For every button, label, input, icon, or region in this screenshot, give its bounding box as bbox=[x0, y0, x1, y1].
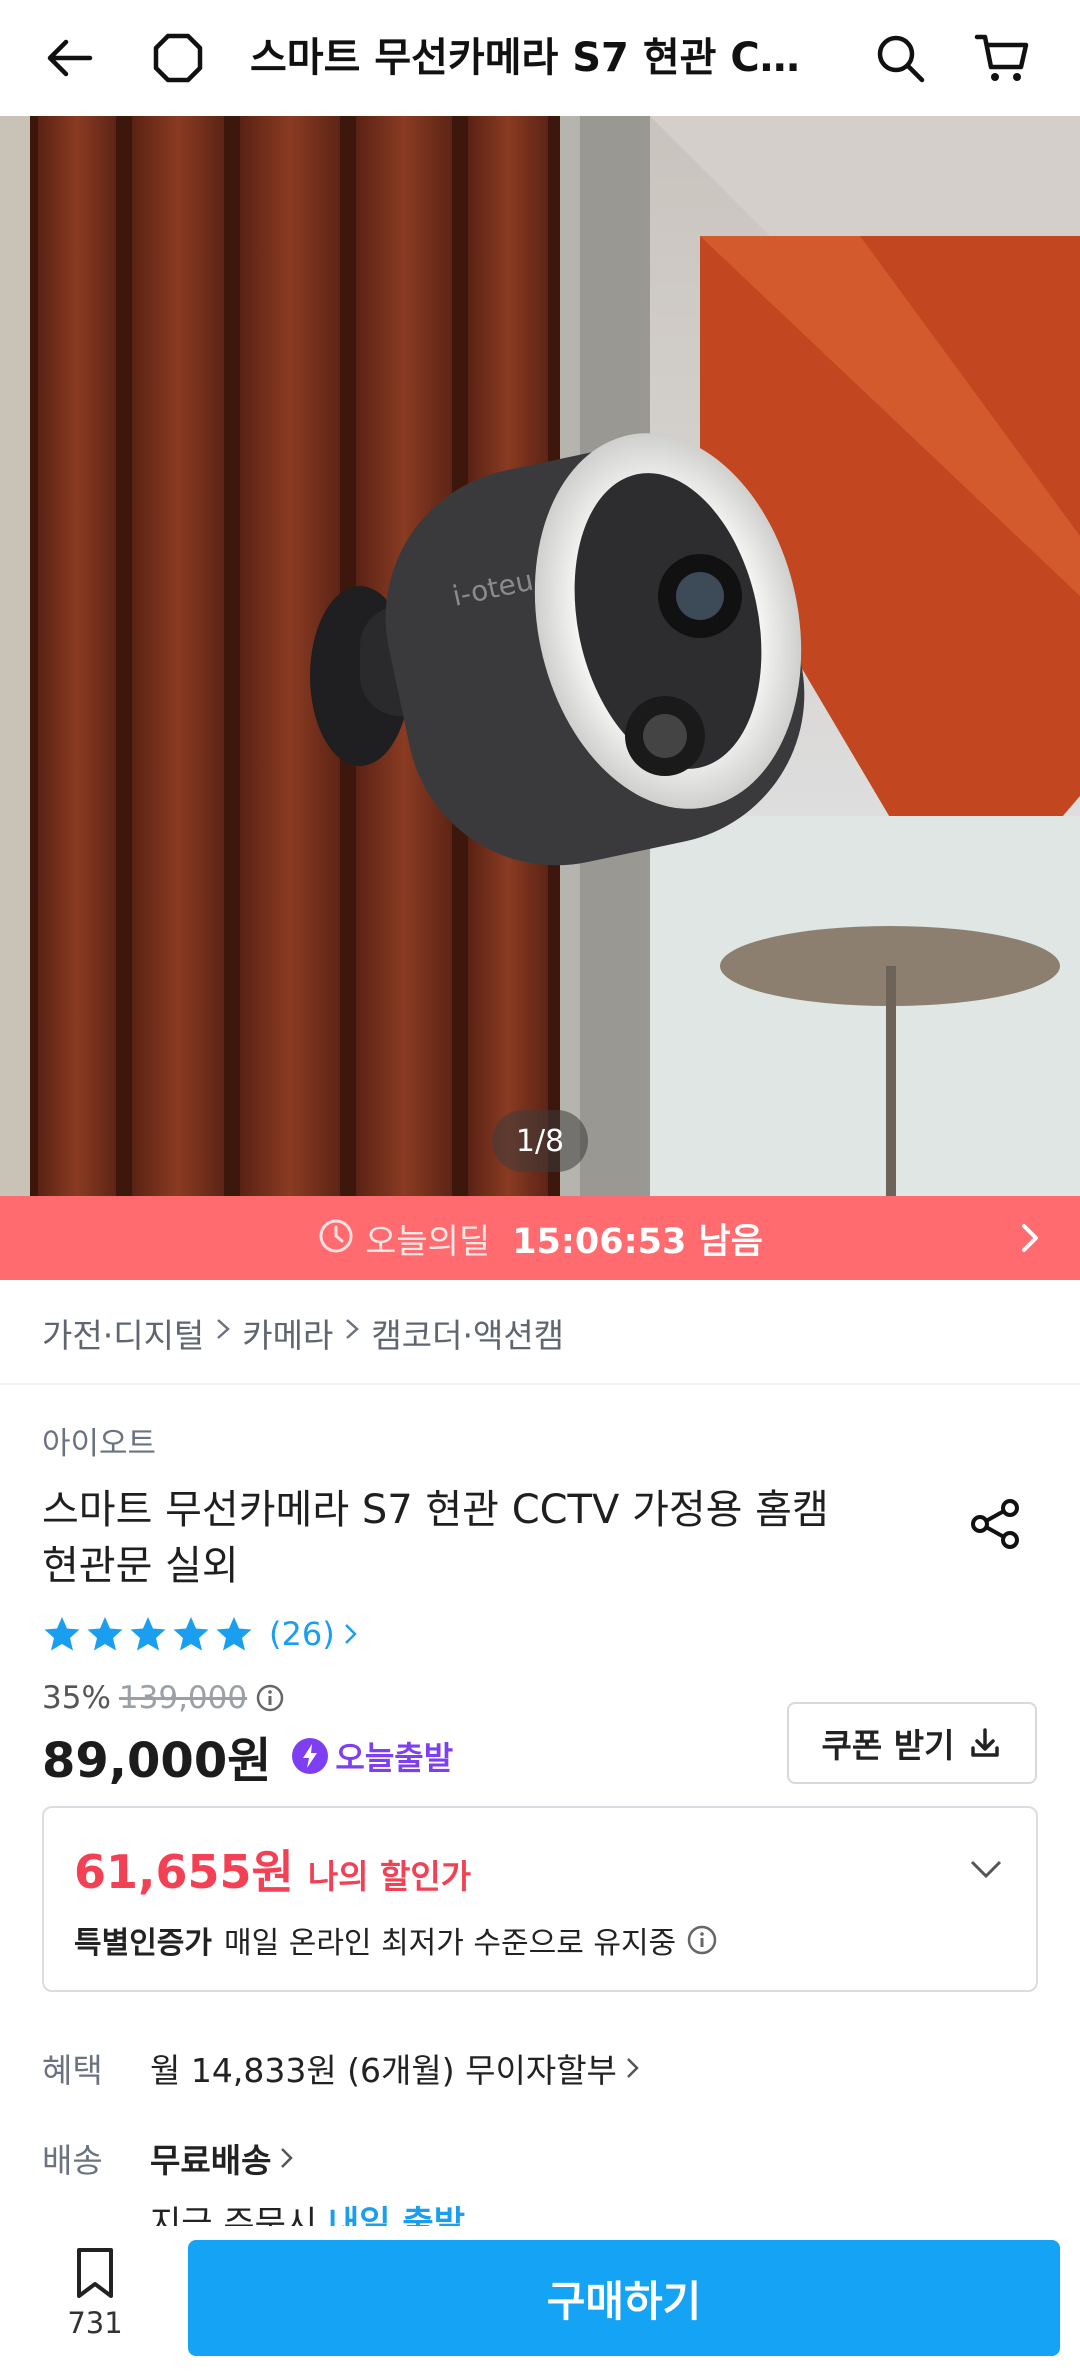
divider bbox=[0, 1383, 1080, 1385]
coupon-download-button[interactable]: 쿠폰 받기 bbox=[787, 1702, 1037, 1784]
deal-countdown: 15:06:53 남음 bbox=[512, 1221, 763, 1262]
share-icon[interactable] bbox=[966, 1494, 1026, 1554]
shipping-row[interactable]: 배송 무료배송 bbox=[42, 2134, 297, 2182]
free-shipping-text: 무료배송 bbox=[150, 2141, 272, 2180]
chevron-down-icon[interactable] bbox=[966, 1848, 1006, 1888]
product-title-line: 현관문 실외 bbox=[42, 1543, 239, 1589]
clock-icon bbox=[317, 1217, 355, 1259]
rating-summary[interactable]: (26) bbox=[42, 1608, 361, 1660]
discount-rate: 35% bbox=[42, 1680, 111, 1716]
info-icon[interactable] bbox=[686, 1924, 718, 1956]
bookmark-count: 731 bbox=[67, 2306, 123, 2340]
back-arrow-icon[interactable] bbox=[40, 28, 100, 88]
installment-text: 월 14,833원 (6개월) 무이자할부 bbox=[150, 2051, 617, 2090]
review-count: (26) bbox=[269, 1615, 335, 1653]
home-icon[interactable] bbox=[148, 28, 208, 88]
search-icon[interactable] bbox=[870, 28, 930, 88]
today-shipping-badge: 오늘출발 bbox=[291, 1733, 453, 1779]
chevron-right-icon bbox=[212, 1314, 234, 1352]
today-shipping-label: 오늘출발 bbox=[335, 1739, 454, 1777]
chevron-right-icon bbox=[341, 1314, 363, 1352]
product-title-line: 스마트 무선카메라 S7 현관 CCTV 가정용 홈캠 bbox=[42, 1487, 829, 1533]
star-icon bbox=[85, 1614, 125, 1654]
special-cert-row: 특별인증가 매일 온라인 최저가 수준으로 유지중 bbox=[74, 1918, 718, 1962]
price-row: 89,000원 오늘출발 bbox=[42, 1724, 453, 1789]
cert-text: 매일 온라인 최저가 수준으로 유지중 bbox=[224, 1926, 677, 1961]
deal-label: 오늘의딜 bbox=[365, 1221, 491, 1262]
breadcrumb: 가전·디지털 카메라 캠코더·액션캠 bbox=[42, 1305, 564, 1361]
breadcrumb-item[interactable]: 가전·디지털 bbox=[42, 1309, 204, 1357]
original-price: 139,000 bbox=[118, 1680, 248, 1716]
buy-button[interactable]: 구매하기 bbox=[188, 2240, 1060, 2356]
star-icon bbox=[128, 1614, 168, 1654]
my-discount-price-box[interactable]: 61,655원 나의 할인가 특별인증가 매일 온라인 최저가 수준으로 유지중 bbox=[42, 1806, 1038, 1992]
product-photo: i-oteu bbox=[0, 116, 1080, 1196]
star-icon bbox=[214, 1614, 254, 1654]
chevron-right-icon bbox=[341, 1619, 361, 1649]
cert-label: 특별인증가 bbox=[74, 1926, 212, 1961]
page-title: 스마트 무선카메라 S7 현관 C… bbox=[250, 35, 800, 81]
benefit-row[interactable]: 혜택 월 14,833원 (6개월) 무이자할부 bbox=[42, 2044, 643, 2092]
chevron-right-icon bbox=[623, 2053, 643, 2083]
star-icon bbox=[42, 1614, 82, 1654]
product-image-carousel[interactable]: i-oteu bbox=[0, 116, 1080, 1196]
star-icon bbox=[171, 1614, 211, 1654]
bookmark-button[interactable]: 731 bbox=[40, 2246, 150, 2340]
info-icon[interactable] bbox=[255, 1683, 285, 1713]
shipping-note: 지금 주문시 내일 출발 bbox=[150, 2196, 465, 2230]
brand-link[interactable]: 아이오트 bbox=[42, 1418, 156, 1463]
my-price-label: 나의 할인가 bbox=[307, 1857, 472, 1896]
my-price-value: 61,655원 bbox=[74, 1845, 294, 1899]
lightning-icon bbox=[291, 1737, 329, 1775]
shipping-value: 무료배송 bbox=[150, 2134, 297, 2182]
breadcrumb-item[interactable]: 캠코더·액션캠 bbox=[371, 1309, 564, 1357]
coupon-label: 쿠폰 받기 bbox=[821, 1726, 955, 1765]
download-icon bbox=[968, 1726, 1002, 1760]
top-app-bar: 스마트 무선카메라 S7 현관 C… bbox=[0, 0, 1080, 116]
bookmark-icon bbox=[40, 2246, 150, 2300]
chevron-right-icon bbox=[1010, 1218, 1050, 1258]
benefit-value: 월 14,833원 (6개월) 무이자할부 bbox=[150, 2044, 643, 2092]
sale-price: 89,000원 bbox=[42, 1733, 272, 1789]
benefit-label: 혜택 bbox=[42, 2051, 103, 2090]
shipping-label: 배송 bbox=[42, 2141, 103, 2180]
today-deal-banner[interactable]: 오늘의딜 15:06:53 남음 bbox=[0, 1196, 1080, 1280]
breadcrumb-item[interactable]: 카메라 bbox=[242, 1309, 333, 1357]
discount-row: 35% 139,000 bbox=[42, 1676, 285, 1720]
product-title: 스마트 무선카메라 S7 현관 CCTV 가정용 홈캠 현관문 실외 bbox=[42, 1482, 922, 1594]
bottom-purchase-bar: 731 구매하기 bbox=[0, 2226, 1080, 2373]
cart-icon[interactable] bbox=[972, 28, 1032, 88]
chevron-right-icon bbox=[277, 2143, 297, 2173]
my-price: 61,655원 나의 할인가 bbox=[74, 1836, 471, 1902]
image-counter: 1/8 bbox=[492, 1110, 588, 1172]
